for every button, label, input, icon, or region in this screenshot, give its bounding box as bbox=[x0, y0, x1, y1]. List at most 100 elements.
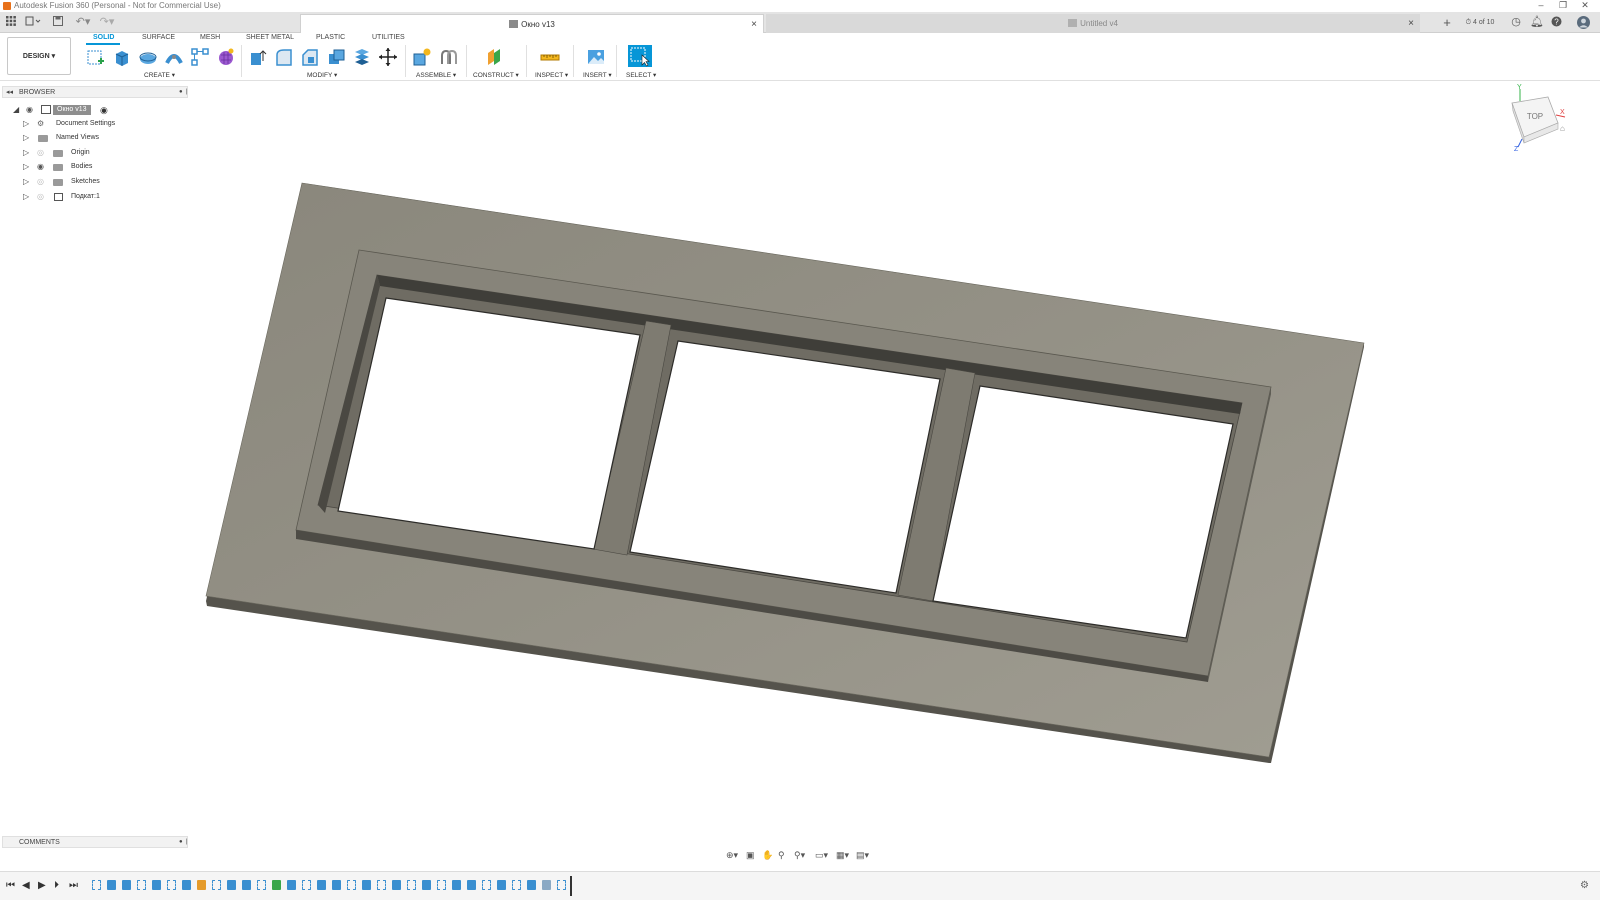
timeline-sketch-icon[interactable] bbox=[167, 880, 176, 890]
undo-icon[interactable]: ↶▾ bbox=[72, 16, 94, 29]
new-component-icon[interactable] bbox=[412, 47, 432, 67]
go-to-start-icon[interactable]: ⏮ bbox=[6, 880, 15, 891]
timeline-sketch-icon[interactable] bbox=[482, 880, 491, 890]
play-icon[interactable]: ▶ bbox=[38, 880, 46, 891]
tab-surface[interactable]: SURFACE bbox=[142, 34, 175, 41]
design-canvas[interactable]: TOP Y X Z ⌂ bbox=[0, 81, 1600, 851]
browser-item-podkat[interactable]: ▷ ◎ Подкат:1 bbox=[0, 190, 186, 204]
home-view-icon[interactable]: ⌂ bbox=[1560, 124, 1565, 133]
pin-panel-icon[interactable]: ● bbox=[179, 837, 183, 848]
timeline-extrude-icon[interactable] bbox=[122, 880, 131, 890]
comments-panel-header[interactable]: COMMENTS ● | bbox=[2, 836, 188, 848]
file-menu-icon[interactable] bbox=[24, 16, 42, 29]
timeline-sketch-icon[interactable] bbox=[137, 880, 146, 890]
job-status[interactable]: ⏱ 4 of 10 bbox=[1460, 16, 1500, 29]
display-settings-icon[interactable]: ▭▾ bbox=[815, 850, 828, 861]
browser-root-item[interactable]: ◢ ◉ Окно v13 ◉ bbox=[0, 103, 186, 117]
group-insert[interactable]: INSERT ▾ bbox=[583, 71, 612, 79]
revolve-icon[interactable] bbox=[138, 47, 158, 67]
close-tab-icon[interactable]: × bbox=[751, 15, 757, 34]
browser-panel-header[interactable]: ◂◂ BROWSER ● | bbox=[2, 86, 188, 98]
visibility-eye-hidden-icon[interactable]: ◎ bbox=[37, 146, 44, 160]
timeline-extrude-icon[interactable] bbox=[332, 880, 341, 890]
group-assemble[interactable]: ASSEMBLE ▾ bbox=[416, 71, 456, 79]
timeline-component-icon[interactable] bbox=[197, 880, 206, 890]
expand-triangle-icon[interactable]: ▷ bbox=[23, 175, 29, 189]
combine-icon[interactable] bbox=[352, 47, 372, 67]
timeline-sketch-icon[interactable] bbox=[377, 880, 386, 890]
tab-plastic[interactable]: PLASTIC bbox=[316, 34, 345, 41]
expand-triangle-icon[interactable]: ▷ bbox=[23, 131, 29, 145]
viewports-icon[interactable]: ▤▾ bbox=[856, 850, 869, 861]
visibility-eye-icon[interactable]: ◉ bbox=[26, 103, 33, 117]
fillet-icon[interactable] bbox=[274, 47, 294, 67]
timeline-sketch-icon[interactable] bbox=[257, 880, 266, 890]
user-avatar-icon[interactable] bbox=[1576, 16, 1590, 29]
measure-icon[interactable] bbox=[540, 47, 560, 67]
tab-okno-v13[interactable]: Окно v13 × bbox=[300, 14, 764, 33]
fit-icon[interactable]: ⚲▾ bbox=[794, 850, 805, 861]
timeline-sketch-icon[interactable] bbox=[437, 880, 446, 890]
visibility-eye-icon[interactable]: ◉ bbox=[37, 160, 44, 174]
timeline-extrude-icon[interactable] bbox=[362, 880, 371, 890]
pan-icon[interactable]: ✋ bbox=[762, 850, 773, 861]
apps-grid-icon[interactable] bbox=[4, 16, 18, 29]
expand-triangle-icon[interactable]: ▷ bbox=[23, 146, 29, 160]
step-back-icon[interactable]: ◀ bbox=[22, 880, 30, 891]
timeline-extrude-icon[interactable] bbox=[287, 880, 296, 890]
create-form-icon[interactable] bbox=[216, 47, 236, 67]
expand-triangle-icon[interactable]: ▷ bbox=[23, 117, 29, 131]
redo-icon[interactable]: ↷▾ bbox=[96, 16, 118, 29]
go-to-end-icon[interactable]: ⏭ bbox=[69, 880, 78, 891]
group-modify[interactable]: MODIFY ▾ bbox=[307, 71, 337, 79]
browser-item-sketches[interactable]: ▷ ◎ Sketches bbox=[0, 175, 186, 189]
tab-mesh[interactable]: MESH bbox=[200, 34, 220, 41]
timeline-sketch-icon[interactable] bbox=[212, 880, 221, 890]
visibility-eye-hidden-icon[interactable]: ◎ bbox=[37, 190, 44, 204]
move-copy-icon[interactable] bbox=[378, 47, 398, 67]
chamfer-icon[interactable] bbox=[300, 47, 320, 67]
expand-triangle-icon[interactable]: ▷ bbox=[23, 190, 29, 204]
tab-utilities[interactable]: UTILITIES bbox=[372, 34, 405, 41]
group-construct[interactable]: CONSTRUCT ▾ bbox=[473, 71, 519, 79]
browser-item-document-settings[interactable]: ▷ ⚙ Document Settings bbox=[0, 117, 186, 131]
sweep-icon[interactable] bbox=[164, 47, 184, 67]
help-icon[interactable]: ? bbox=[1550, 16, 1562, 29]
browser-item-origin[interactable]: ▷ ◎ Origin bbox=[0, 146, 186, 160]
tab-sheet-metal[interactable]: SHEET METAL bbox=[246, 34, 294, 41]
joint-icon[interactable] bbox=[438, 47, 458, 67]
browser-item-named-views[interactable]: ▷ Named Views bbox=[0, 131, 186, 145]
timeline-extrude-icon[interactable] bbox=[497, 880, 506, 890]
create-sketch-icon[interactable] bbox=[86, 47, 106, 67]
pin-panel-icon[interactable]: ● bbox=[179, 87, 183, 98]
new-tab-button[interactable]: + bbox=[1440, 16, 1454, 29]
group-inspect[interactable]: INSPECT ▾ bbox=[535, 71, 568, 79]
close-tab-icon[interactable]: × bbox=[1408, 14, 1414, 33]
tab-solid[interactable]: SOLID bbox=[93, 34, 114, 41]
timeline-sketch-icon[interactable] bbox=[407, 880, 416, 890]
save-icon[interactable] bbox=[52, 16, 64, 29]
expand-panel-icon[interactable]: | bbox=[186, 837, 188, 848]
press-pull-icon[interactable] bbox=[248, 47, 268, 67]
minimize-button[interactable]: – bbox=[1530, 0, 1552, 12]
timeline-extrude-icon[interactable] bbox=[317, 880, 326, 890]
browser-item-bodies[interactable]: ▷ ◉ Bodies bbox=[0, 160, 186, 174]
look-at-icon[interactable]: ▣ bbox=[746, 850, 755, 861]
timeline-extrude-icon[interactable] bbox=[392, 880, 401, 890]
timeline-extrude-icon[interactable] bbox=[107, 880, 116, 890]
visibility-eye-hidden-icon[interactable]: ◎ bbox=[37, 175, 44, 189]
viewcube[interactable]: TOP Y X Z ⌂ bbox=[1511, 84, 1566, 153]
select-icon[interactable] bbox=[628, 45, 652, 67]
timeline-extrude-icon[interactable] bbox=[182, 880, 191, 890]
group-select[interactable]: SELECT ▾ bbox=[626, 71, 656, 79]
tab-untitled-v4[interactable]: Untitled v4 × bbox=[766, 14, 1420, 33]
timeline-fillet-icon[interactable] bbox=[542, 880, 551, 890]
window-frame-model[interactable] bbox=[205, 182, 1365, 763]
activate-radio-icon[interactable]: ◉ bbox=[100, 103, 108, 117]
workspace-switcher[interactable]: DESIGN ▾ bbox=[7, 37, 71, 75]
shell-icon[interactable] bbox=[326, 47, 346, 67]
timeline-extrude-icon[interactable] bbox=[527, 880, 536, 890]
collapse-triangle-icon[interactable]: ◢ bbox=[13, 103, 19, 117]
notifications-icon[interactable]: 🔔︎ bbox=[1530, 16, 1544, 29]
timeline-extrude-icon[interactable] bbox=[467, 880, 476, 890]
